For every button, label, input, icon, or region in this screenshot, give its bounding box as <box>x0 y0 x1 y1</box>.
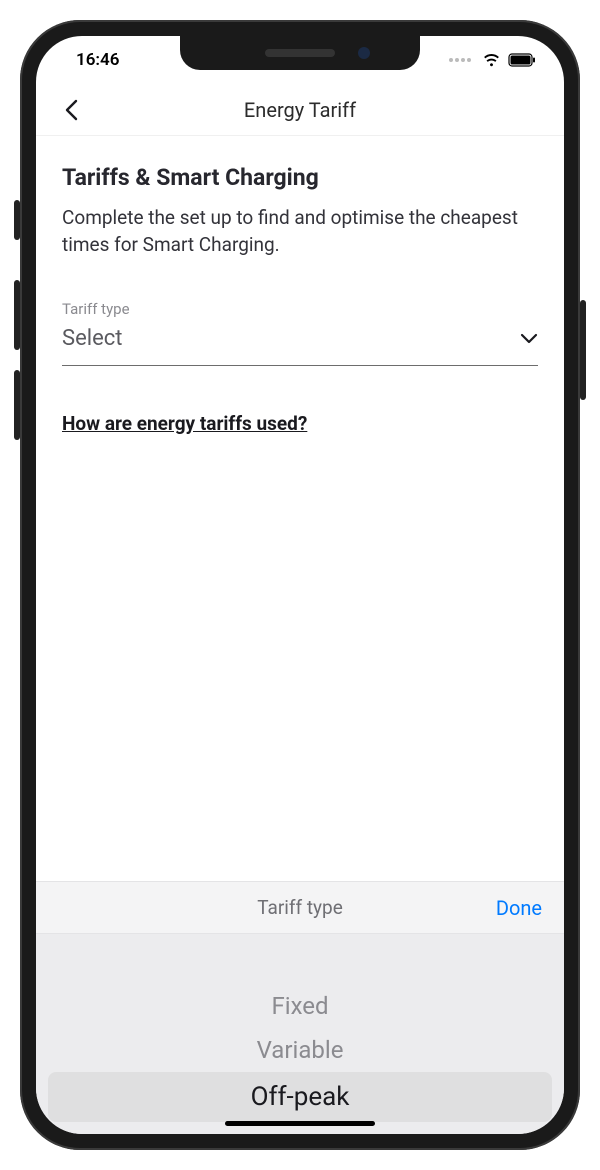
power-button <box>580 300 586 400</box>
screen: 16:46 Energy Tariff Tariffs & Sm <box>36 36 564 1134</box>
volume-down-button <box>14 370 20 440</box>
section-heading: Tariffs & Smart Charging <box>62 164 538 191</box>
mute-switch <box>14 200 20 240</box>
tariff-type-label: Tariff type <box>62 300 538 318</box>
chevron-down-icon <box>520 333 538 345</box>
nav-title: Energy Tariff <box>244 98 356 122</box>
back-button[interactable] <box>56 95 86 125</box>
front-camera <box>358 47 370 59</box>
picker-wheel[interactable]: Fixed Variable Off-peak <box>36 934 564 1134</box>
main-content: Tariffs & Smart Charging Complete the se… <box>36 136 564 881</box>
picker-title: Tariff type <box>257 896 343 919</box>
tariff-type-select[interactable]: Select <box>62 326 538 366</box>
home-indicator[interactable] <box>225 1121 375 1126</box>
done-button[interactable]: Done <box>496 896 542 920</box>
nav-header: Energy Tariff <box>36 84 564 136</box>
wifi-icon <box>482 53 501 67</box>
notch <box>180 36 420 70</box>
phone-frame: 16:46 Energy Tariff Tariffs & Sm <box>20 20 580 1150</box>
status-time: 16:46 <box>64 50 119 70</box>
help-link[interactable]: How are energy tariffs used? <box>62 412 538 435</box>
picker-sheet: Tariff type Done Fixed Variable Off-peak <box>36 881 564 1134</box>
cellular-dots-icon <box>449 58 471 62</box>
chevron-left-icon <box>64 99 78 121</box>
tariff-type-value: Select <box>62 326 122 351</box>
picker-option-fixed[interactable]: Fixed <box>36 984 564 1028</box>
picker-toolbar: Tariff type Done <box>36 882 564 934</box>
picker-option-offpeak[interactable]: Off-peak <box>48 1072 552 1122</box>
speaker <box>265 49 335 57</box>
picker-option-variable[interactable]: Variable <box>36 1028 564 1072</box>
section-description: Complete the set up to find and optimise… <box>62 205 538 258</box>
volume-up-button <box>14 280 20 350</box>
status-indicators <box>449 53 536 67</box>
battery-icon <box>508 53 536 67</box>
